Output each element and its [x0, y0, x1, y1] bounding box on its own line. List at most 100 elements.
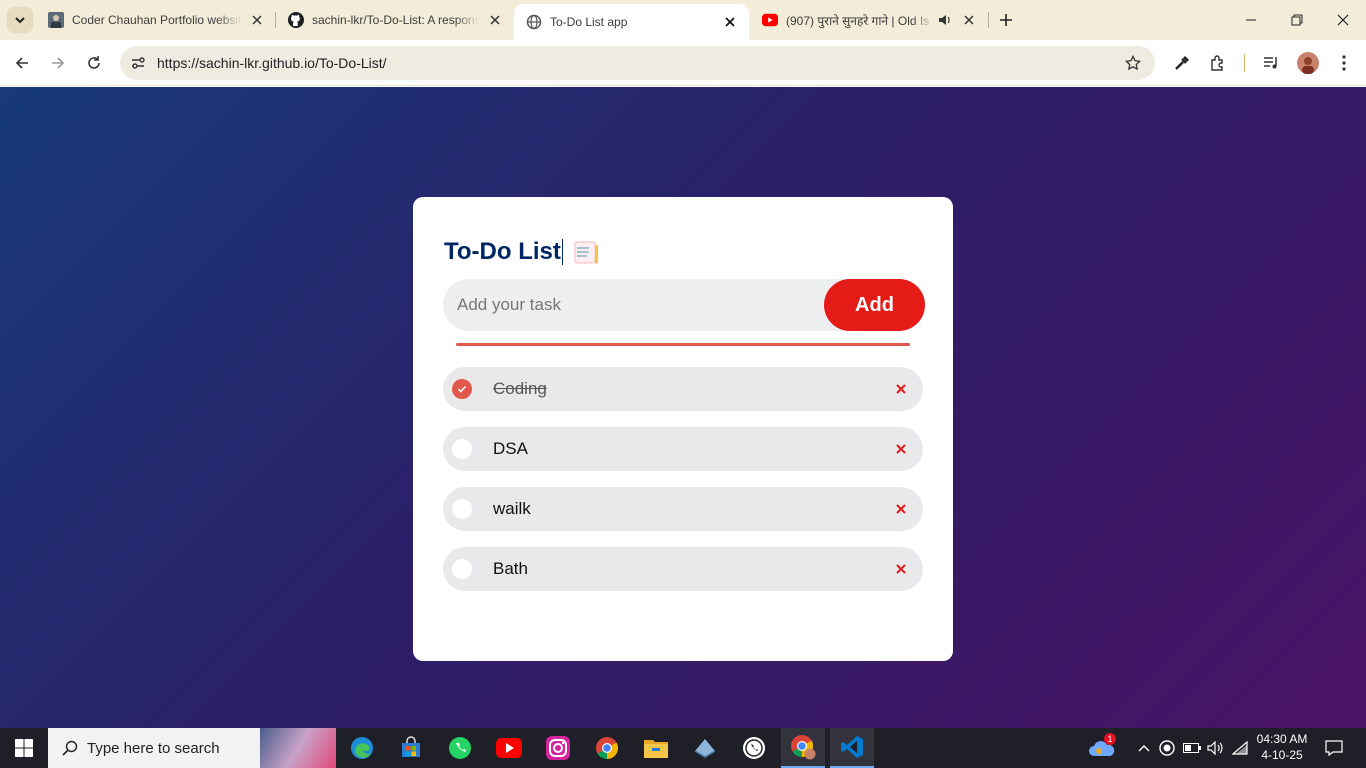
close-icon[interactable]: [248, 11, 266, 29]
arrow-right-icon: [52, 57, 65, 69]
delete-task-icon[interactable]: [891, 439, 911, 459]
tab-youtube[interactable]: (907) पुराने सुनहरे गाने | Old Is Gold: [750, 0, 988, 40]
record-icon[interactable]: [1157, 728, 1177, 768]
task-item[interactable]: Bath: [443, 547, 923, 591]
delete-task-icon[interactable]: [891, 379, 911, 399]
task-checkbox[interactable]: [452, 499, 472, 519]
tab-github[interactable]: sachin-lkr/To-Do-List: A responsive: [276, 0, 514, 40]
search-placeholder: Type here to search: [87, 739, 220, 757]
task-checkbox[interactable]: [452, 379, 472, 399]
address-bar[interactable]: https://sachin-lkr.github.io/To-Do-List/: [120, 46, 1155, 80]
task-item[interactable]: Coding: [443, 367, 923, 411]
speaker-icon[interactable]: [936, 11, 954, 29]
whatsapp-icon[interactable]: [438, 728, 482, 768]
restore-icon: [1291, 14, 1303, 26]
task-text: DSA: [493, 439, 528, 458]
url-text[interactable]: https://sachin-lkr.github.io/To-Do-List/: [157, 55, 387, 71]
task-item[interactable]: wailk: [443, 487, 923, 531]
search-highlight-image: [260, 728, 336, 768]
youtube-icon: [762, 12, 778, 28]
task-checkbox[interactable]: [452, 439, 472, 459]
task-item[interactable]: DSA: [443, 427, 923, 471]
close-window-button[interactable]: [1320, 0, 1366, 40]
arrow-left-icon: [15, 57, 28, 69]
text-caret: [561, 239, 563, 265]
delete-task-icon[interactable]: [891, 559, 911, 579]
windows-taskbar: Type here to search 1 04:30 AM 4-10-25: [0, 728, 1366, 768]
taskbar-search[interactable]: Type here to search: [48, 728, 336, 768]
tab-label: sachin-lkr/To-Do-List: A responsive: [312, 13, 480, 27]
instagram-icon[interactable]: [536, 728, 580, 768]
divider-line: [456, 343, 910, 346]
windows-logo-icon: [15, 739, 33, 757]
tab-strip: Coder Chauhan Portfolio website sachin-l…: [0, 0, 1366, 40]
eyedropper-icon[interactable]: [1171, 52, 1193, 74]
tab-separator: [988, 12, 989, 28]
close-icon[interactable]: [960, 11, 978, 29]
battery-icon[interactable]: [1181, 728, 1203, 768]
task-list: Coding DSA wailk Bath: [443, 367, 923, 607]
task-checkbox[interactable]: [452, 559, 472, 579]
profile-avatar[interactable]: [1297, 52, 1319, 74]
chevron-up-icon[interactable]: [1134, 728, 1154, 768]
system-clock[interactable]: 04:30 AM 4-10-25: [1250, 731, 1314, 763]
browser-toolbar: https://sachin-lkr.github.io/To-Do-List/: [0, 40, 1366, 86]
search-icon: [60, 738, 80, 758]
delete-task-icon[interactable]: [891, 499, 911, 519]
tab-search-button[interactable]: [7, 7, 33, 33]
forward-button[interactable]: [44, 49, 72, 77]
site-info-icon[interactable]: [126, 51, 150, 75]
task-text: wailk: [493, 499, 531, 518]
clock-time: 04:30 AM: [1256, 732, 1308, 746]
reload-button[interactable]: [80, 49, 108, 77]
minimize-button[interactable]: [1228, 0, 1274, 40]
tab-label: To-Do List app: [550, 15, 628, 29]
task-text: Bath: [493, 559, 528, 578]
reload-icon: [88, 56, 100, 69]
file-explorer-icon[interactable]: [634, 728, 678, 768]
tab-todo[interactable]: To-Do List app: [514, 4, 749, 40]
notepad-emoji-icon: [574, 241, 598, 264]
edge-icon[interactable]: [340, 728, 384, 768]
start-button[interactable]: [0, 728, 48, 768]
chrome-icon[interactable]: [585, 728, 629, 768]
app-icon[interactable]: [683, 728, 727, 768]
plus-icon: [1000, 14, 1012, 26]
restore-button[interactable]: [1274, 0, 1320, 40]
tab-portfolio[interactable]: Coder Chauhan Portfolio website: [36, 0, 276, 40]
task-input[interactable]: [457, 279, 807, 331]
minimize-icon: [1246, 19, 1256, 21]
wifi-icon[interactable]: [1229, 728, 1251, 768]
toolbar-divider: [1244, 54, 1245, 72]
task-input-row: Add: [443, 279, 925, 331]
new-tab-button[interactable]: [995, 9, 1017, 31]
close-icon[interactable]: [486, 11, 504, 29]
chevron-down-icon: [15, 17, 25, 24]
store-icon[interactable]: [389, 728, 433, 768]
notification-badge: 1: [1104, 733, 1116, 745]
close-icon[interactable]: [721, 13, 739, 31]
extensions-icon[interactable]: [1207, 52, 1229, 74]
tab-label: (907) पुराने सुनहरे गाने | Old Is Gold: [786, 13, 934, 28]
close-icon: [1337, 14, 1349, 26]
media-control-icon[interactable]: [1260, 52, 1282, 74]
task-text: Coding: [493, 379, 547, 398]
add-button[interactable]: Add: [824, 279, 925, 331]
todo-card: To-Do List Add Coding: [413, 197, 953, 661]
weather-widget[interactable]: 1: [1084, 728, 1120, 768]
vscode-icon[interactable]: [830, 728, 874, 768]
kebab-menu-icon[interactable]: [1333, 52, 1355, 74]
clock-date: 4-10-25: [1261, 748, 1303, 762]
page-viewport: To-Do List Add Coding: [0, 87, 1366, 728]
tab-label: Coder Chauhan Portfolio website: [72, 13, 242, 27]
whatsapp-icon[interactable]: [732, 728, 776, 768]
chrome-profile-icon[interactable]: [781, 728, 825, 768]
bookmark-star-icon[interactable]: [1123, 53, 1143, 73]
back-button[interactable]: [8, 49, 36, 77]
title-text: To-Do List: [444, 238, 561, 265]
checkmark-icon: [457, 385, 467, 393]
notification-center-icon[interactable]: [1322, 728, 1346, 768]
portfolio-favicon: [48, 12, 64, 28]
youtube-icon[interactable]: [487, 728, 531, 768]
volume-icon[interactable]: [1205, 728, 1227, 768]
